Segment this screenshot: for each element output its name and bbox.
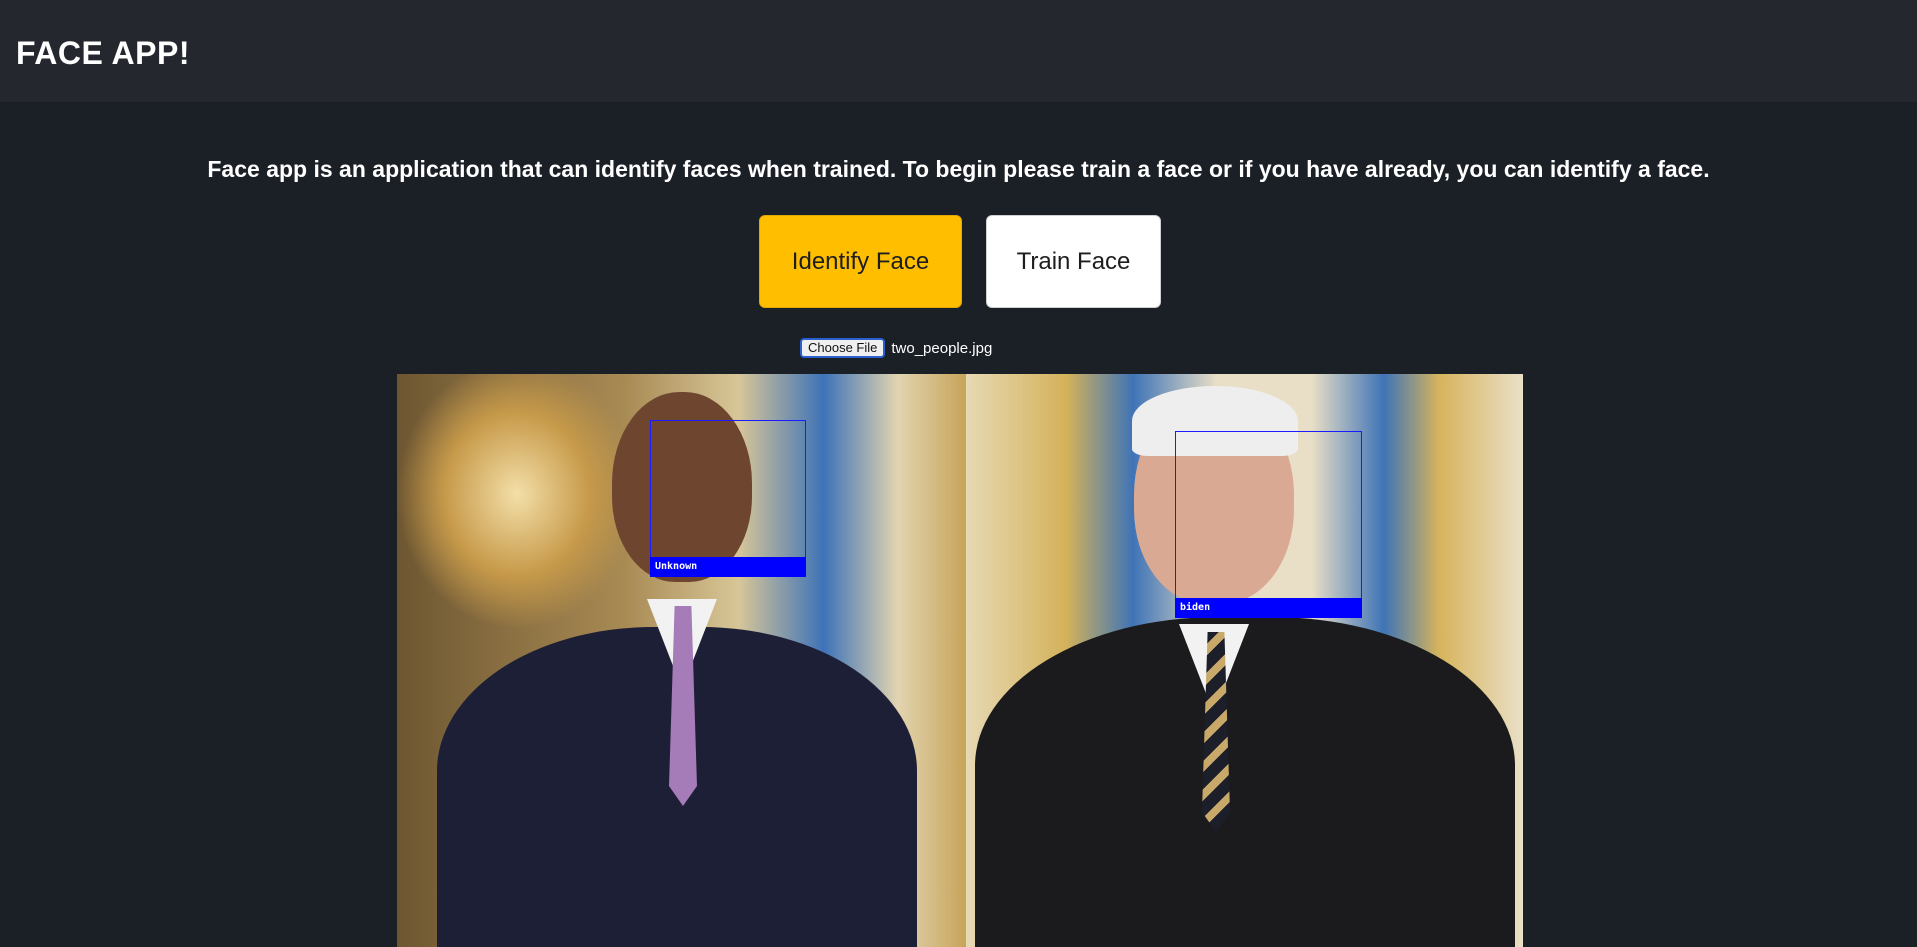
choose-file-button[interactable]: Choose File xyxy=(800,338,886,358)
app-header: FACE APP! xyxy=(0,0,1917,103)
file-input[interactable]: Choose File two_people.jpg xyxy=(800,337,992,359)
identify-face-button[interactable]: Identify Face xyxy=(759,215,962,308)
face-detection-box: Unknown xyxy=(650,420,806,577)
selected-file-name: two_people.jpg xyxy=(891,339,993,357)
face-label: biden xyxy=(1175,598,1362,618)
intro-text: Face app is an application that can iden… xyxy=(207,156,1710,182)
train-face-button[interactable]: Train Face xyxy=(986,215,1161,308)
app-title: FACE APP! xyxy=(16,35,190,71)
face-label: Unknown xyxy=(650,557,806,577)
person-right-suit xyxy=(975,617,1515,947)
face-detection-box: biden xyxy=(1175,431,1362,618)
result-image: Unknown biden xyxy=(397,374,1523,947)
